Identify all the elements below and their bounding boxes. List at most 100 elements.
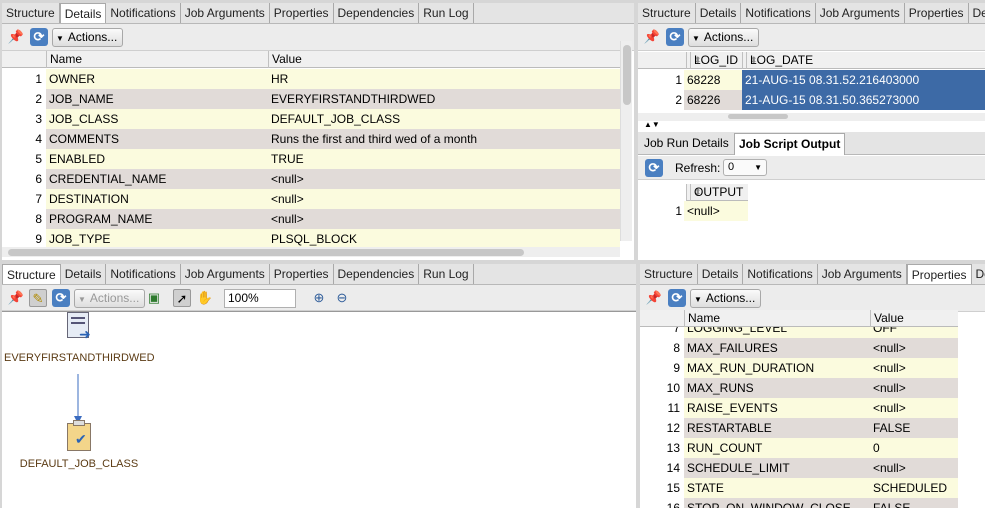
value-cell[interactable]: <null> <box>268 189 620 209</box>
tab-structure[interactable]: Structure <box>2 3 60 23</box>
value-cell[interactable]: SCHEDULED <box>870 478 958 498</box>
pan-hand-icon[interactable]: ✋ <box>196 289 214 307</box>
value-cell[interactable]: PLSQL_BLOCK <box>268 229 620 249</box>
table-row[interactable]: 13 RUN_COUNT 0 <box>640 438 985 458</box>
pin-icon[interactable]: 📌 <box>643 28 661 46</box>
tab-job-arguments[interactable]: Job Arguments <box>816 3 905 23</box>
table-row[interactable]: 1 68228 21-AUG-15 08.31.52.216403000 <box>638 70 985 90</box>
name-cell[interactable]: DESTINATION <box>46 189 268 209</box>
tab-details[interactable]: Details <box>696 3 742 23</box>
name-cell[interactable]: RAISE_EVENTS <box>684 398 870 418</box>
tab-job-run-details[interactable]: Job Run Details <box>644 136 729 150</box>
table-row[interactable]: 5 ENABLED TRUE <box>2 149 634 169</box>
select-pointer-icon[interactable]: ➚ <box>173 289 191 307</box>
table-row[interactable]: 14 SCHEDULE_LIMIT <null> <box>640 458 985 478</box>
refresh-icon[interactable]: ⟳ <box>52 289 70 307</box>
col-header-name[interactable]: Name <box>684 310 870 327</box>
tab-structure[interactable]: Structure <box>2 264 61 284</box>
name-cell[interactable]: CREDENTIAL_NAME <box>46 169 268 189</box>
table-row[interactable]: 3 JOB_CLASS DEFAULT_JOB_CLASS <box>2 109 634 129</box>
value-cell[interactable]: <null> <box>870 358 958 378</box>
highlight-icon[interactable]: ✎ <box>29 289 47 307</box>
col-header-value[interactable]: Value <box>870 310 958 327</box>
log-id-cell[interactable]: 68226 <box>684 90 742 110</box>
value-cell[interactable]: <null> <box>268 169 620 189</box>
refresh-icon[interactable]: ⟳ <box>666 28 684 46</box>
value-cell[interactable]: <null> <box>870 398 958 418</box>
name-cell[interactable]: MAX_FAILURES <box>684 338 870 358</box>
value-cell[interactable]: HR <box>268 69 620 89</box>
refresh-icon[interactable]: ⟳ <box>30 28 48 46</box>
table-row[interactable]: 8 PROGRAM_NAME <null> <box>2 209 634 229</box>
table-row[interactable]: 10 MAX_RUNS <null> <box>640 378 985 398</box>
log-id-cell[interactable]: 68228 <box>684 70 742 90</box>
zoom-field[interactable]: 100% <box>224 289 296 308</box>
scroll-thumb[interactable] <box>8 249 524 256</box>
actions-button[interactable]: ▼ Actions... <box>52 28 124 47</box>
value-cell[interactable]: EVERYFIRSTANDTHIRDWED <box>268 89 620 109</box>
value-cell[interactable]: <null> <box>870 338 958 358</box>
tab-notifications[interactable]: Notifications <box>106 264 181 284</box>
scroll-thumb[interactable] <box>623 45 631 105</box>
table-row[interactable]: 2 JOB_NAME EVERYFIRSTANDTHIRDWED <box>2 89 634 109</box>
value-cell[interactable]: FALSE <box>870 498 958 508</box>
table-row[interactable]: 8 MAX_FAILURES <null> <box>640 338 985 358</box>
value-cell[interactable]: <null> <box>870 378 958 398</box>
value-cell[interactable]: <null> <box>870 458 958 478</box>
zoom-in-icon[interactable]: ⊕ <box>310 289 328 307</box>
tab-properties[interactable]: Properties <box>905 3 969 23</box>
table-row[interactable]: 1 <null> <box>638 201 985 221</box>
col-header-value[interactable]: Value <box>268 51 620 68</box>
run-log-horizontal-scrollbar[interactable] <box>638 113 985 121</box>
tab-dependencies[interactable]: De <box>969 3 985 23</box>
tab-details[interactable]: Details <box>61 264 107 284</box>
tab-job-arguments[interactable]: Job Arguments <box>181 3 270 23</box>
tab-job-arguments[interactable]: Job Arguments <box>181 264 270 284</box>
zoom-out-icon[interactable]: ⊖ <box>333 289 351 307</box>
table-row[interactable]: 11 RAISE_EVENTS <null> <box>640 398 985 418</box>
job-class-node[interactable]: ✔ DEFAULT_JOB_CLASS <box>4 420 154 470</box>
tab-notifications[interactable]: Notifications <box>106 3 181 23</box>
name-cell[interactable]: MAX_RUNS <box>684 378 870 398</box>
output-cell[interactable]: <null> <box>684 201 748 221</box>
tab-job-script-output[interactable]: Job Script Output <box>734 133 846 155</box>
refresh-interval-select[interactable]: 0 ▼ <box>723 159 767 176</box>
col-header-name[interactable]: Name <box>46 51 268 68</box>
value-cell[interactable]: <null> <box>268 209 620 229</box>
details-horizontal-scrollbar[interactable] <box>2 247 620 257</box>
name-cell[interactable]: MAX_RUN_DURATION <box>684 358 870 378</box>
name-cell[interactable]: RUN_COUNT <box>684 438 870 458</box>
tab-run-log[interactable]: Run Log <box>419 264 474 284</box>
name-cell[interactable]: STOP_ON_WINDOW_CLOSE <box>684 498 870 508</box>
value-cell[interactable]: TRUE <box>268 149 620 169</box>
diagram-canvas[interactable]: ➜ EVERYFIRSTANDTHIRDWED ✔ DEFAULT_JOB_CL… <box>2 311 636 508</box>
name-cell[interactable]: COMMENTS <box>46 129 268 149</box>
col-header-output[interactable]: ⬍ OUTPUT <box>686 184 748 201</box>
name-cell[interactable]: PROGRAM_NAME <box>46 209 268 229</box>
name-cell[interactable]: SCHEDULE_LIMIT <box>684 458 870 478</box>
table-row[interactable]: 7 DESTINATION <null> <box>2 189 634 209</box>
col-header-log-id[interactable]: ⬍ LOG_ID <box>686 52 742 69</box>
tab-details[interactable]: Details <box>59 3 107 23</box>
table-row[interactable]: 15 STATE SCHEDULED <box>640 478 985 498</box>
table-row[interactable]: 16 STOP_ON_WINDOW_CLOSE FALSE <box>640 498 985 508</box>
table-row[interactable]: 9 JOB_TYPE PLSQL_BLOCK <box>2 229 634 249</box>
actions-button[interactable]: ▼ Actions... <box>688 28 760 47</box>
name-cell[interactable]: ENABLED <box>46 149 268 169</box>
image-export-icon[interactable]: ▣ <box>145 289 163 307</box>
name-cell[interactable]: JOB_CLASS <box>46 109 268 129</box>
scroll-thumb[interactable] <box>728 114 788 119</box>
tab-dependencies[interactable]: Dependencies <box>334 3 420 23</box>
name-cell[interactable]: JOB_TYPE <box>46 229 268 249</box>
tab-properties[interactable]: Properties <box>270 3 334 23</box>
value-cell[interactable]: Runs the first and third wed of a month <box>268 129 620 149</box>
refresh-icon[interactable]: ⟳ <box>645 159 663 177</box>
tab-properties[interactable]: Properties <box>270 264 334 284</box>
table-row[interactable]: 2 68226 21-AUG-15 08.31.50.365273000 <box>638 90 985 110</box>
job-node[interactable]: ➜ EVERYFIRSTANDTHIRDWED <box>4 312 155 364</box>
pin-icon[interactable]: 📌 <box>7 28 25 46</box>
table-row[interactable]: 12 RESTARTABLE FALSE <box>640 418 985 438</box>
table-row[interactable]: 1 OWNER HR <box>2 69 634 89</box>
actions-button[interactable]: ▼ Actions... <box>74 289 146 308</box>
tab-run-log[interactable]: Run Log <box>419 3 474 23</box>
